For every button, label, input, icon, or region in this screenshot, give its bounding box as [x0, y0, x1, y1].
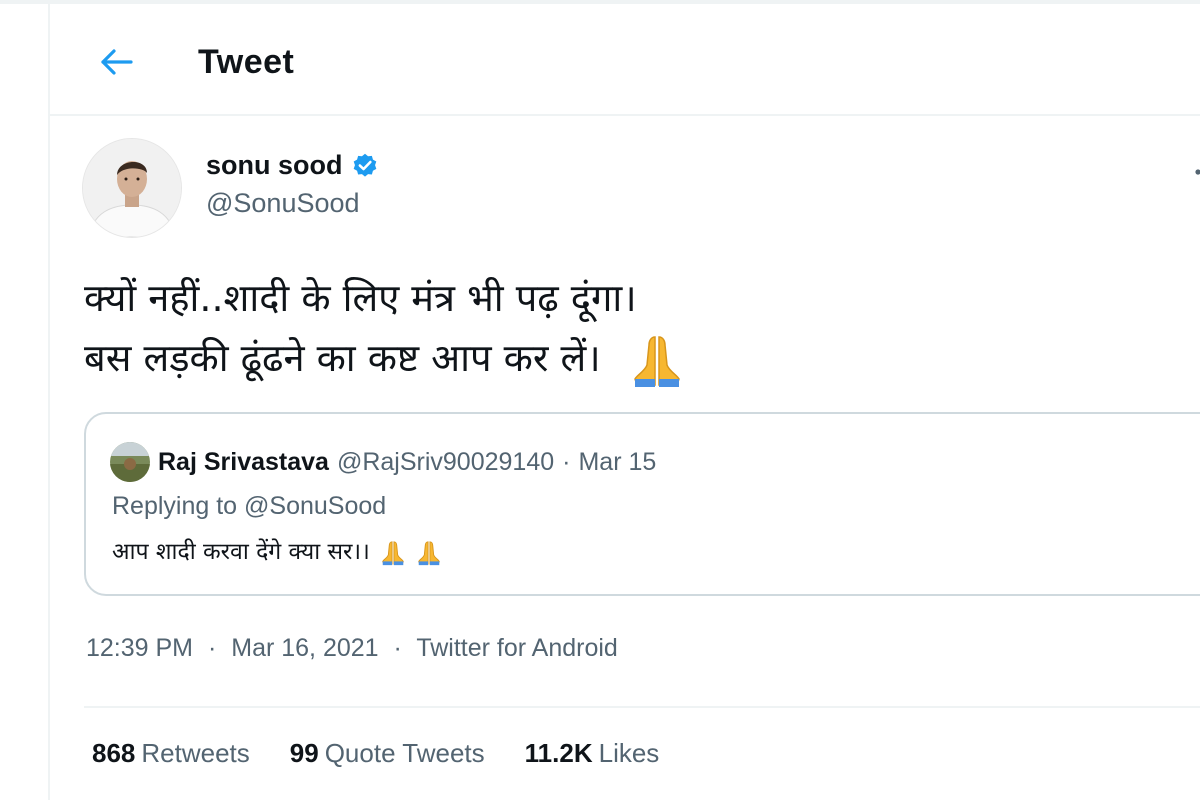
- quoted-date[interactable]: Mar 15: [578, 448, 656, 477]
- stats-divider: [84, 706, 1200, 708]
- tweet-text: क्यों नहीं..शादी के लिए मंत्र भी पढ़ दूं…: [84, 268, 1184, 388]
- likes-stat[interactable]: 11.2K Likes: [525, 738, 660, 769]
- tweet-meta: 12:39 PM · Mar 16, 2021 · Twitter for An…: [86, 634, 618, 663]
- quoted-text-content: आप शादी करवा देंगे क्या सर।।: [112, 539, 370, 565]
- retweets-count: 868: [92, 738, 136, 768]
- quoted-avatar-image: [110, 442, 150, 482]
- tweet-text-line-1: क्यों नहीं..शादी के लिए मंत्र भी पढ़ दूं…: [84, 276, 637, 320]
- folded-hands-icon: [417, 540, 440, 565]
- quoted-author-handle[interactable]: @RajSriv90029140: [337, 448, 554, 477]
- folded-hands-icon: [633, 335, 680, 387]
- arrow-left-icon: [101, 49, 133, 75]
- meta-separator: ·: [393, 634, 402, 662]
- retweets-stat[interactable]: 868 Retweets: [92, 738, 250, 769]
- author-name-row[interactable]: sonu sood: [206, 150, 379, 181]
- avatar-image: [83, 139, 181, 237]
- tweet-text-line-2: बस लड़की ढूंढने का कष्ट आप कर लें।: [84, 328, 1184, 388]
- tweet-source[interactable]: Twitter for Android: [416, 634, 617, 662]
- tweet-page: Tweet sonu sood @SonuSood क्यों नहीं..शा…: [0, 0, 1200, 800]
- quoted-separator: ·: [562, 447, 571, 476]
- tweet-stats: 868 Retweets 99 Quote Tweets 11.2K Likes: [92, 738, 659, 769]
- verified-badge-icon: [353, 153, 376, 177]
- author-name[interactable]: sonu sood: [206, 150, 343, 181]
- likes-label: Likes: [598, 738, 660, 768]
- folded-hands-icon: [382, 540, 404, 565]
- tweet-date[interactable]: Mar 16, 2021: [231, 634, 378, 662]
- quoted-author-avatar[interactable]: [110, 442, 150, 482]
- more-options-icon[interactable]: [1188, 160, 1200, 184]
- quote-tweets-label: Quote Tweets: [324, 738, 485, 768]
- quote-tweets-count: 99: [289, 738, 319, 768]
- retweets-label: Retweets: [141, 738, 250, 768]
- meta-separator: ·: [207, 634, 217, 662]
- tweet-time[interactable]: 12:39 PM: [86, 634, 193, 662]
- author-handle[interactable]: @SonuSood: [206, 188, 360, 219]
- quoted-author-name[interactable]: Raj Srivastava: [158, 448, 329, 477]
- quote-tweets-stat[interactable]: 99 Quote Tweets: [290, 738, 485, 769]
- page-title: Tweet: [198, 43, 295, 81]
- tweet-text-line-2-content: बस लड़की ढूंढने का कष्ट आप कर लें।: [84, 336, 601, 380]
- author-avatar[interactable]: [82, 138, 182, 238]
- quoted-tweet-card[interactable]: Raj Srivastava @RajSriv90029140 · Mar 15…: [84, 412, 1200, 596]
- likes-count: 11.2K: [524, 738, 593, 768]
- quoted-text: आप शादी करवा देंगे क्या सर।।: [112, 534, 443, 566]
- back-button[interactable]: [94, 40, 138, 84]
- quoted-tweet-header: Raj Srivastava @RajSriv90029140 · Mar 15: [110, 442, 656, 482]
- left-column-border: [48, 0, 50, 800]
- quoted-replying-to: Replying to @SonuSood: [112, 492, 387, 520]
- tweet-header: Tweet: [50, 4, 1200, 116]
